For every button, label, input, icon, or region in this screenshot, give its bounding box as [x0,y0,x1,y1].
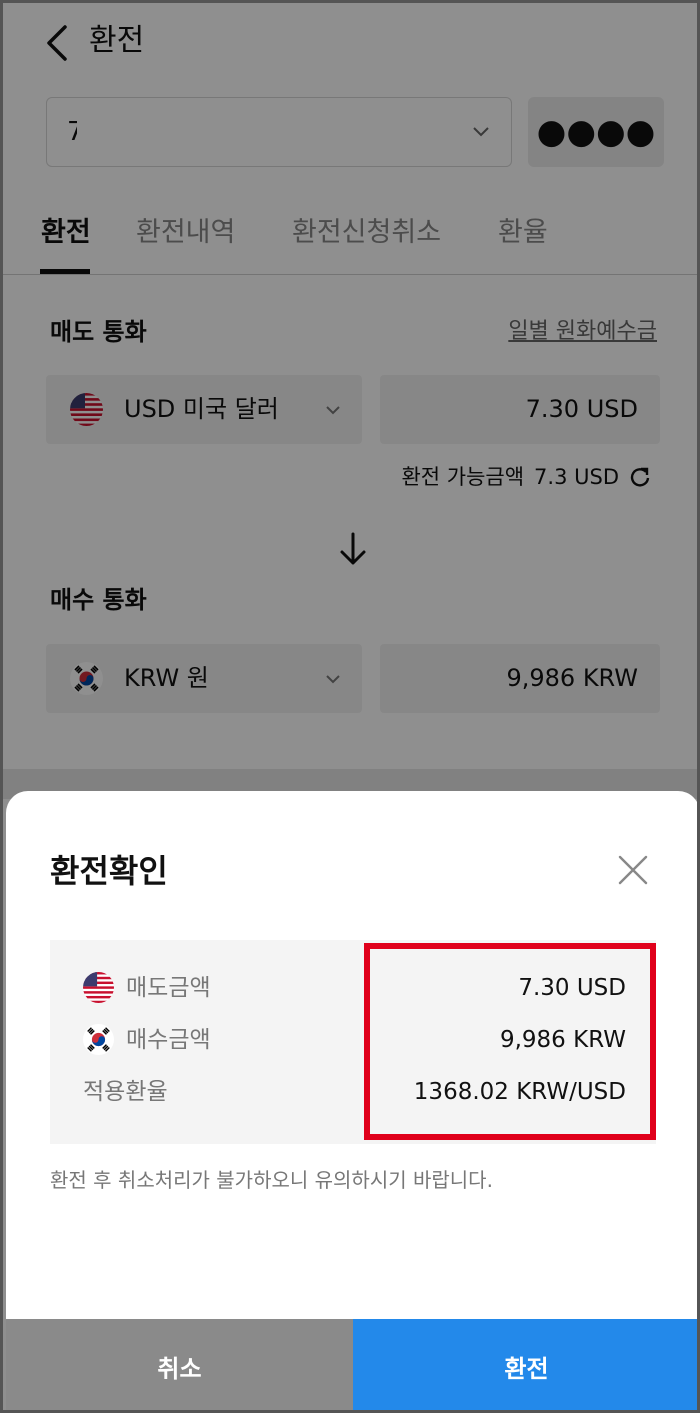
notice-text: 환전 후 취소처리가 불가하오니 유의하시기 바랍니다. [50,1168,493,1192]
confirm-exchange-button[interactable]: 환전 [353,1319,697,1410]
cancel-button[interactable]: 취소 [6,1319,353,1410]
close-icon[interactable] [612,849,654,891]
exchange-confirm-sheet: 환전확인 매도금액 7.30 USD 매수금액 9,986 KRW 적용환율 1… [6,791,697,1410]
kr-flag-icon [83,1024,114,1055]
us-flag-icon [83,972,114,1003]
buy-amount-label: 매수금액 [126,1027,211,1053]
exchange-summary: 매도금액 7.30 USD 매수금액 9,986 KRW 적용환율 1368.0… [50,940,656,1144]
highlight-box [364,943,656,1140]
sell-amount-label: 매도금액 [126,975,211,1001]
sheet-title: 환전확인 [50,852,168,890]
exchange-rate-label: 적용환율 [83,1079,168,1105]
screen: 환전 7 ●●●● 환전 환전내역 환전신청취소 환율 매도 통화 일별 원화예… [0,0,700,1413]
